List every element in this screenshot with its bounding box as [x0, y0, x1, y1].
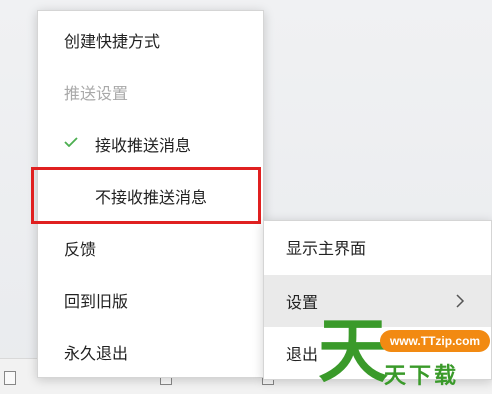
menu-item-label: 设置 [286, 293, 319, 312]
menu-item-feedback[interactable]: 反馈 [38, 222, 263, 274]
menu-item-receive-push[interactable]: 接收推送消息 [38, 118, 263, 170]
check-icon [64, 137, 78, 147]
watermark-logo: 天 www.TTzip.com 天下载 [318, 316, 492, 394]
menu-section-push-settings: 推送设置 [38, 66, 263, 118]
taskbar-app-icon[interactable] [4, 371, 16, 385]
watermark-slogan: 天下载 [384, 364, 460, 389]
submenu-item-show-main[interactable]: 显示主界面 [264, 221, 491, 273]
menu-item-label: 反馈 [64, 240, 97, 259]
menu-item-label: 退出 [286, 345, 319, 364]
highlight-box [31, 167, 261, 224]
menu-item-label: 永久退出 [64, 344, 129, 363]
menu-item-quit-forever[interactable]: 永久退出 [38, 326, 263, 378]
menu-item-label: 显示主界面 [286, 239, 367, 258]
watermark-url-badge: www.TTzip.com [380, 330, 490, 352]
menu-section-label: 推送设置 [64, 84, 129, 103]
watermark-big-char: 天 [318, 310, 388, 392]
menu-item-label: 创建快捷方式 [64, 32, 161, 51]
menu-item-label: 回到旧版 [64, 292, 129, 311]
menu-item-label: 接收推送消息 [95, 136, 192, 155]
menu-item-create-shortcut[interactable]: 创建快捷方式 [38, 14, 263, 66]
chevron-right-icon [456, 294, 465, 308]
menu-item-old-version[interactable]: 回到旧版 [38, 274, 263, 326]
